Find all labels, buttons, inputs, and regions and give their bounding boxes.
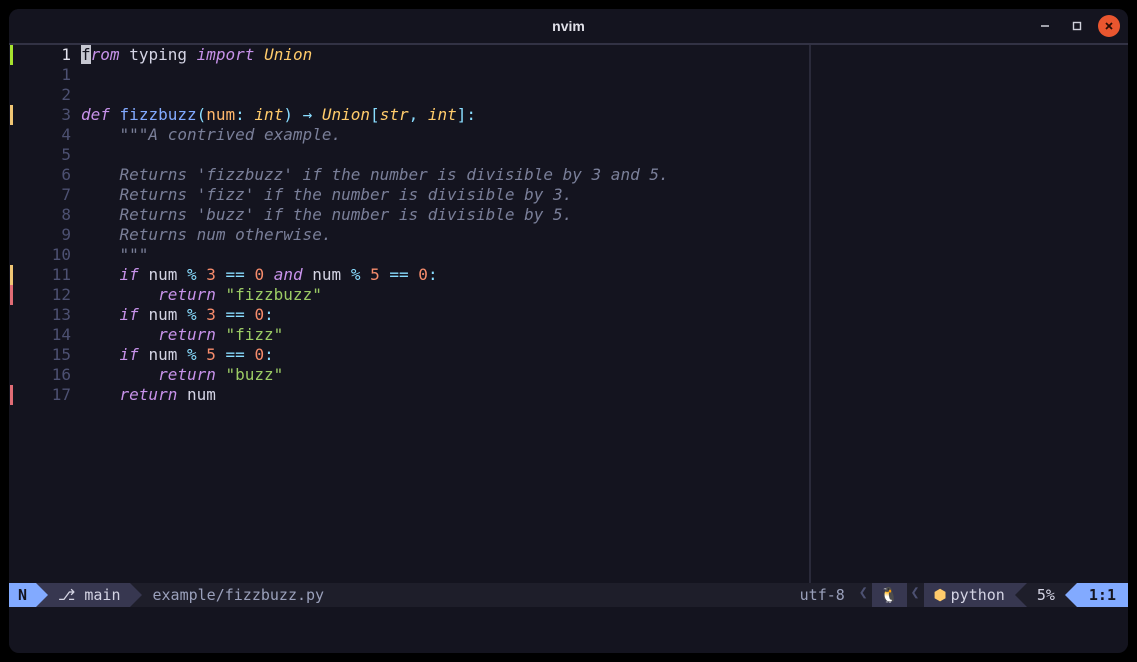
mode-indicator: N xyxy=(9,583,36,607)
line-number: 10 xyxy=(15,245,71,265)
maximize-button[interactable] xyxy=(1066,15,1088,37)
line-number: 12 xyxy=(15,285,71,305)
git-sign xyxy=(10,385,13,405)
line-number: 4 xyxy=(15,125,71,145)
angle-separator-icon: ❮ xyxy=(855,583,872,607)
linux-icon: 🐧 xyxy=(880,586,899,604)
close-button[interactable] xyxy=(1098,15,1120,37)
editor-area[interactable]: 1 1 2 3 4 5 6 7 8 9 10 11 12 13 14 15 16… xyxy=(9,43,1128,583)
code-line: return num xyxy=(81,385,1128,405)
separator-icon xyxy=(36,583,48,607)
code-line: if num % 5 == 0: xyxy=(81,345,1128,365)
code-buffer[interactable]: from typing import Union def fizzbuzz(nu… xyxy=(81,45,1128,583)
code-line: return "buzz" xyxy=(81,365,1128,385)
command-line[interactable] xyxy=(9,607,1128,647)
line-number: 2 xyxy=(15,85,71,105)
line-number-current: 1 xyxy=(15,45,71,65)
code-line: Returns num otherwise. xyxy=(81,225,1128,245)
encoding: utf-8 xyxy=(790,583,855,607)
status-line: N ⎇ main example/fizzbuzz.py utf-8 ❮ 🐧 ❮… xyxy=(9,583,1128,607)
file-path: example/fizzbuzz.py xyxy=(142,583,334,607)
git-sign xyxy=(10,265,13,285)
code-line: """ xyxy=(81,245,1128,265)
code-line: return "fizzbuzz" xyxy=(81,285,1128,305)
separator-icon xyxy=(1015,583,1027,607)
code-line: from typing import Union xyxy=(81,45,1128,65)
separator-icon xyxy=(130,583,142,607)
line-number: 11 xyxy=(15,265,71,285)
os-indicator: 🐧 xyxy=(872,583,907,607)
code-line xyxy=(81,65,1128,85)
statusline-spacer xyxy=(334,583,790,607)
code-line: return "fizz" xyxy=(81,325,1128,345)
line-number: 3 xyxy=(15,105,71,125)
code-line: """A contrived example. xyxy=(81,125,1128,145)
line-number: 17 xyxy=(15,385,71,405)
line-number: 15 xyxy=(15,345,71,365)
code-line: if num % 3 == 0: xyxy=(81,305,1128,325)
code-line: if num % 3 == 0 and num % 5 == 0: xyxy=(81,265,1128,285)
cursor-position: 1:1 xyxy=(1077,583,1128,607)
line-number: 16 xyxy=(15,365,71,385)
line-number: 9 xyxy=(15,225,71,245)
cursor: f xyxy=(81,45,91,64)
scroll-percent: 5% xyxy=(1027,583,1065,607)
line-number: 1 xyxy=(15,65,71,85)
angle-separator-icon: ❮ xyxy=(907,583,924,607)
code-line: def fizzbuzz(num: int) → Union[str, int]… xyxy=(81,105,1128,125)
git-sign xyxy=(10,45,13,65)
titlebar[interactable]: nvim xyxy=(9,9,1128,43)
line-number: 8 xyxy=(15,205,71,225)
code-line xyxy=(81,85,1128,105)
minimize-button[interactable] xyxy=(1034,15,1056,37)
line-number: 14 xyxy=(15,325,71,345)
branch-icon: ⎇ xyxy=(58,586,75,604)
line-number-gutter: 1 1 2 3 4 5 6 7 8 9 10 11 12 13 14 15 16… xyxy=(15,45,81,583)
code-line: Returns 'fizzbuzz' if the number is divi… xyxy=(81,165,1128,185)
line-number: 13 xyxy=(15,305,71,325)
window-controls xyxy=(1034,15,1120,37)
separator-icon xyxy=(1065,583,1077,607)
line-number: 5 xyxy=(15,145,71,165)
git-sign xyxy=(10,285,13,305)
python-icon: ⬢ xyxy=(934,586,947,604)
code-line xyxy=(81,145,1128,165)
filetype: ⬢python xyxy=(924,583,1015,607)
terminal-window: nvim xyxy=(9,9,1128,653)
code-line: Returns 'fizz' if the number is divisibl… xyxy=(81,185,1128,205)
line-number: 7 xyxy=(15,185,71,205)
line-number: 6 xyxy=(15,165,71,185)
window-title: nvim xyxy=(552,18,585,34)
git-branch: ⎇ main xyxy=(48,583,130,607)
git-sign xyxy=(10,105,13,125)
code-line: Returns 'buzz' if the number is divisibl… xyxy=(81,205,1128,225)
